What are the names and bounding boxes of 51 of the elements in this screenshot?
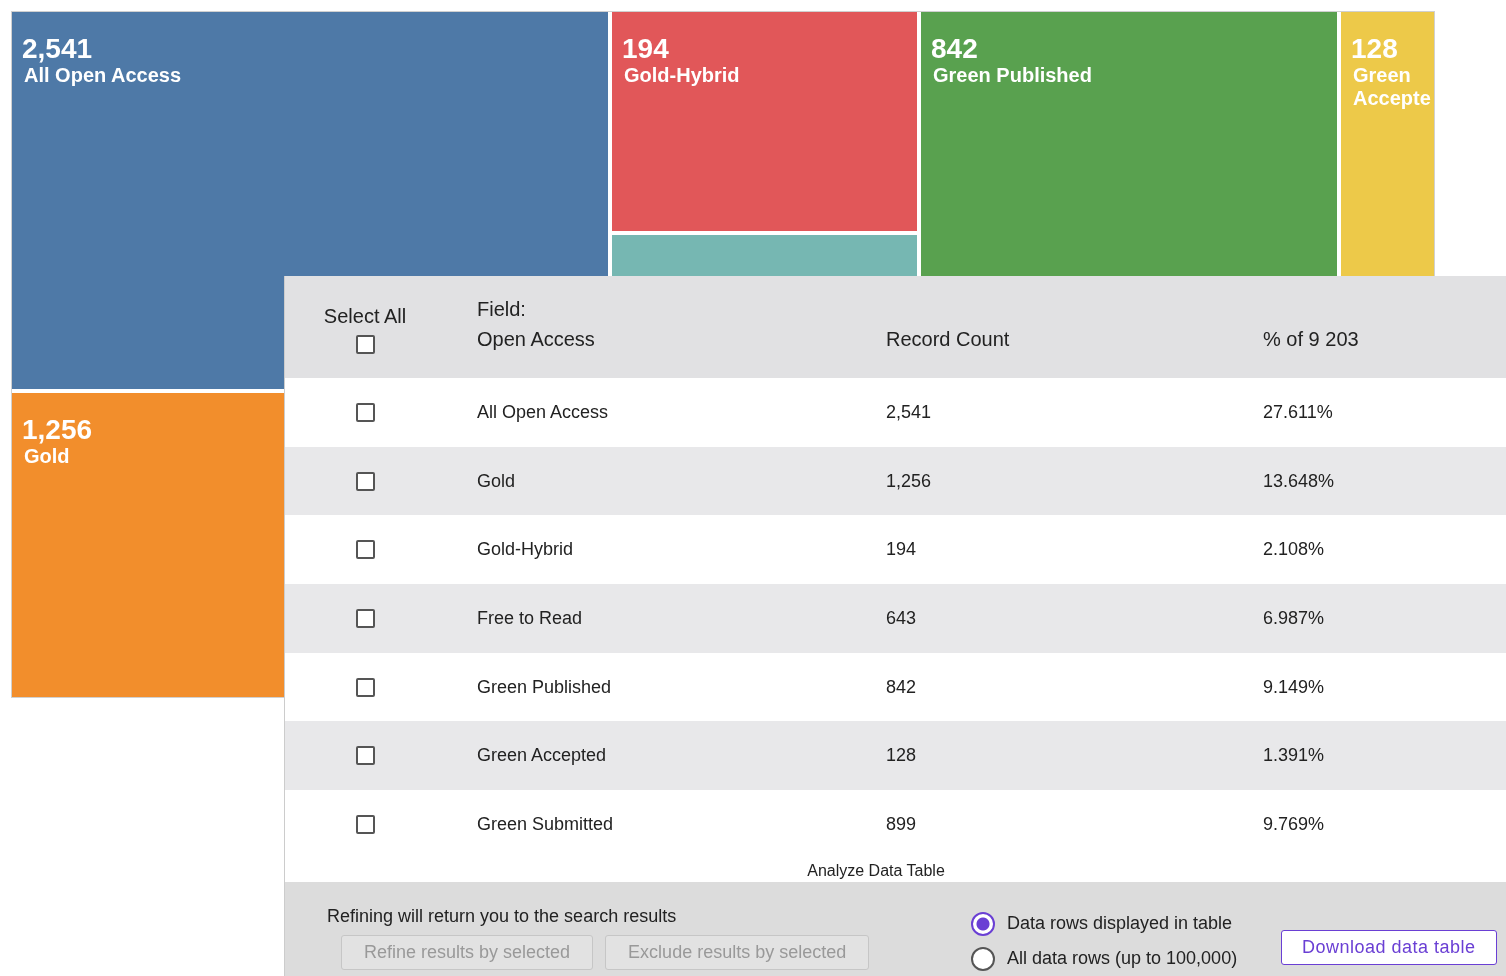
table-cell-text: 6.987% (1263, 607, 1326, 629)
table-cell-text: 13.648% (1263, 470, 1336, 492)
table-cell-text: 194 (886, 539, 918, 561)
row-checkbox[interactable] (355, 677, 375, 697)
row-checkbox[interactable] (355, 540, 375, 560)
tile-label: Green Published (933, 64, 1092, 87)
table-cell-text: Green Submitted (477, 813, 615, 835)
row-checkbox[interactable] (355, 471, 375, 491)
table-cell-text: Green Accepted (477, 745, 608, 767)
tile-label: Gold-Hybrid (624, 64, 740, 87)
select-all-label: Select All (323, 305, 407, 327)
table-cell-text: Gold (477, 470, 517, 492)
tile-value: 842 (931, 34, 978, 64)
radio-button[interactable] (971, 946, 995, 971)
table-cell-text: 128 (886, 745, 918, 767)
column-header: Record Count (886, 327, 1011, 352)
row-checkbox[interactable] (355, 608, 375, 628)
tile-label: Gold (24, 445, 70, 468)
select-all-checkbox[interactable] (355, 335, 375, 354)
column-header: % of 9 203 (1263, 327, 1360, 352)
table-cell-text: 842 (886, 676, 918, 698)
tile-value: 128 (1351, 34, 1398, 64)
table-cell-text: 9.149% (1263, 676, 1326, 698)
table-cell-text: 1,256 (886, 470, 933, 492)
table-cell-text: 9.769% (1263, 813, 1326, 835)
column-header: Field: Open Access (477, 297, 596, 352)
radio-button[interactable] (971, 911, 995, 936)
tile-value: 2,541 (22, 34, 93, 64)
table-cell-text: 27.611% (1263, 401, 1334, 423)
table-caption: Analyze Data Table (807, 861, 945, 880)
table-cell-text: Free to Read (477, 607, 584, 629)
download-button[interactable]: Download data table (1281, 929, 1497, 965)
table-cell-text: 1.391% (1263, 745, 1326, 767)
table-cell-text: All Open Access (477, 401, 610, 423)
table-cell-text: 2,541 (886, 401, 933, 423)
tile-value: 1,256 (22, 415, 93, 445)
row-checkbox[interactable] (355, 746, 375, 766)
table-cell-text: Green Published (477, 676, 613, 698)
treemap-tile[interactable]: 194 Gold-Hybrid (612, 12, 917, 231)
table-cell-text: Gold-Hybrid (477, 539, 575, 561)
row-checkbox[interactable] (355, 402, 375, 422)
radio-label[interactable]: Data rows displayed in table (1007, 913, 1233, 935)
tile-value: 194 (622, 34, 669, 64)
row-checkbox[interactable] (355, 814, 375, 834)
table-cell-text: 899 (886, 813, 918, 835)
radio-label[interactable]: All data rows (up to 100,000) (1007, 948, 1238, 970)
tile-label: All Open Access (24, 64, 182, 87)
refine-note: Refining will return you to the search results (327, 905, 678, 927)
table-cell-text: 2.108% (1263, 539, 1326, 561)
table-cell-text: 643 (886, 607, 918, 629)
tile-label: Green Accepte (1353, 64, 1432, 110)
